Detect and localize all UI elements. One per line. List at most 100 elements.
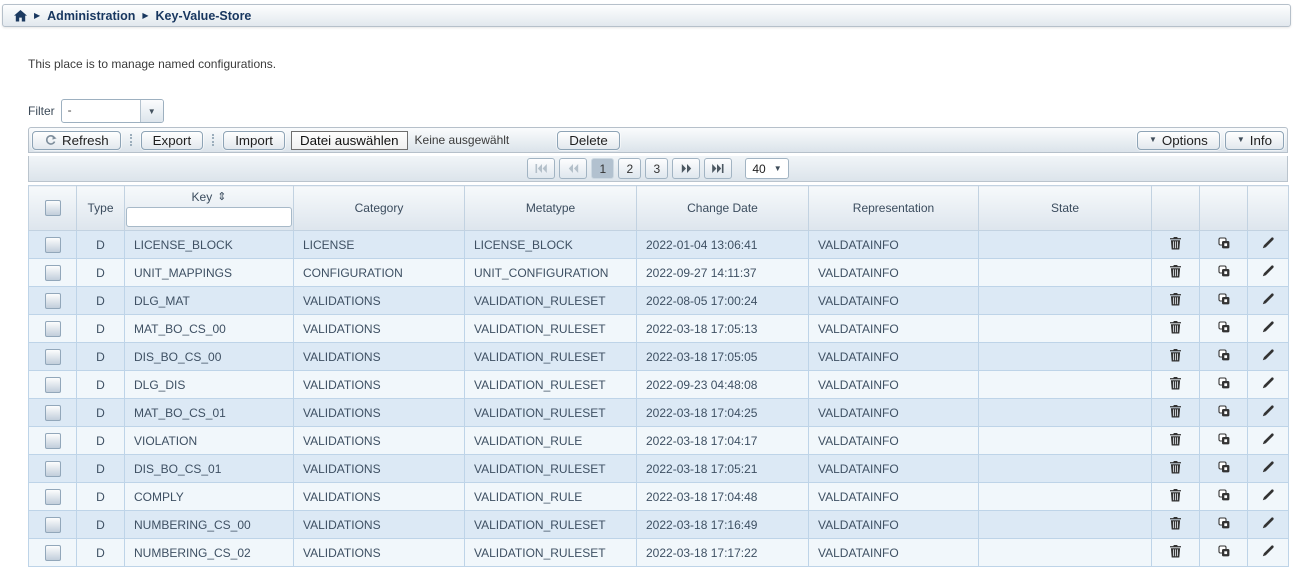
key-filter-input[interactable] [126, 207, 292, 227]
cell-key: DIS_BO_CS_00 [125, 343, 294, 371]
cell-representation: VALDATAINFO [809, 455, 979, 483]
trash-icon[interactable] [1152, 265, 1199, 278]
edit-pencil-icon[interactable] [1248, 377, 1288, 389]
cell-key: DLG_DIS [125, 371, 294, 399]
breadcrumb-separator-icon: ▶ [34, 12, 40, 20]
filter-dropdown[interactable]: - ▼ [61, 99, 164, 123]
cell-delete-action [1152, 371, 1200, 399]
cell-copy-action [1200, 483, 1248, 511]
copy-icon[interactable] [1200, 237, 1247, 249]
home-icon[interactable] [14, 10, 27, 22]
page-button-1[interactable]: 1 [591, 158, 614, 179]
trash-icon[interactable] [1152, 321, 1199, 334]
header-representation: Representation [809, 186, 979, 231]
row-checkbox[interactable] [45, 433, 61, 449]
row-checkbox[interactable] [45, 321, 61, 337]
copy-icon[interactable] [1200, 377, 1247, 389]
paginator: 1 2 3 40 ▼ [28, 156, 1288, 182]
cell-delete-action [1152, 259, 1200, 287]
edit-pencil-icon[interactable] [1248, 461, 1288, 473]
row-checkbox[interactable] [45, 349, 61, 365]
copy-icon[interactable] [1200, 349, 1247, 361]
filter-row: Filter - ▼ [28, 99, 164, 123]
row-checkbox[interactable] [45, 265, 61, 281]
trash-icon[interactable] [1152, 405, 1199, 418]
copy-icon[interactable] [1200, 433, 1247, 445]
previous-page-button[interactable] [559, 158, 587, 179]
breadcrumb-item-administration[interactable]: Administration [47, 9, 135, 23]
trash-icon[interactable] [1152, 433, 1199, 446]
delete-button[interactable]: Delete [557, 131, 620, 150]
row-checkbox[interactable] [45, 377, 61, 393]
row-checkbox[interactable] [45, 545, 61, 561]
choose-file-button[interactable]: Datei auswählen [291, 131, 408, 150]
cell-edit-action [1248, 259, 1289, 287]
table-row: D LICENSE_BLOCK LICENSE LICENSE_BLOCK 20… [29, 231, 1289, 259]
edit-pencil-icon[interactable] [1248, 321, 1288, 333]
select-all-checkbox[interactable] [45, 200, 61, 216]
table-header-row: Type Key ⇕ Category Metatype Change Date… [29, 186, 1289, 231]
trash-icon[interactable] [1152, 517, 1199, 530]
copy-icon[interactable] [1200, 461, 1247, 473]
copy-icon[interactable] [1200, 489, 1247, 501]
edit-pencil-icon[interactable] [1248, 265, 1288, 277]
cell-type: D [77, 315, 125, 343]
edit-pencil-icon[interactable] [1248, 433, 1288, 445]
copy-icon[interactable] [1200, 293, 1247, 305]
page-button-3[interactable]: 3 [645, 158, 668, 179]
copy-icon[interactable] [1200, 265, 1247, 277]
trash-icon[interactable] [1152, 293, 1199, 306]
row-checkbox[interactable] [45, 237, 61, 253]
trash-icon[interactable] [1152, 545, 1199, 558]
cell-checkbox [29, 259, 77, 287]
edit-pencil-icon[interactable] [1248, 517, 1288, 529]
export-button[interactable]: Export [141, 131, 204, 150]
copy-icon[interactable] [1200, 405, 1247, 417]
page-size-select[interactable]: 40 ▼ [745, 158, 788, 179]
row-checkbox[interactable] [45, 405, 61, 421]
last-page-button[interactable] [704, 158, 732, 179]
row-checkbox[interactable] [45, 461, 61, 477]
page-button-2[interactable]: 2 [618, 158, 641, 179]
cell-type: D [77, 231, 125, 259]
row-checkbox[interactable] [45, 293, 61, 309]
cell-copy-action [1200, 371, 1248, 399]
copy-icon[interactable] [1200, 517, 1247, 529]
info-menu-button[interactable]: ▼ Info [1225, 131, 1284, 150]
toolbar-grip-icon [212, 134, 214, 146]
first-page-button[interactable] [527, 158, 555, 179]
trash-icon[interactable] [1152, 461, 1199, 474]
trash-icon[interactable] [1152, 237, 1199, 250]
cell-checkbox [29, 287, 77, 315]
cell-checkbox [29, 231, 77, 259]
edit-pencil-icon[interactable] [1248, 349, 1288, 361]
row-checkbox[interactable] [45, 517, 61, 533]
cell-representation: VALDATAINFO [809, 539, 979, 567]
cell-state [979, 371, 1152, 399]
toolbar-grip-icon [130, 134, 132, 146]
edit-pencil-icon[interactable] [1248, 489, 1288, 501]
edit-pencil-icon[interactable] [1248, 405, 1288, 417]
breadcrumb-item-key-value-store[interactable]: Key-Value-Store [156, 9, 252, 23]
refresh-button[interactable]: Refresh [32, 131, 121, 150]
next-page-button[interactable] [672, 158, 700, 179]
copy-icon[interactable] [1200, 321, 1247, 333]
edit-pencil-icon[interactable] [1248, 545, 1288, 557]
trash-icon[interactable] [1152, 349, 1199, 362]
cell-category: VALIDATIONS [294, 483, 465, 511]
page-size-value: 40 [752, 162, 765, 176]
cell-state [979, 287, 1152, 315]
filter-dropdown-arrow-icon[interactable]: ▼ [140, 100, 163, 122]
copy-icon[interactable] [1200, 545, 1247, 557]
header-key[interactable]: Key ⇕ [125, 186, 294, 231]
options-menu-button[interactable]: ▼ Options [1137, 131, 1220, 150]
edit-pencil-icon[interactable] [1248, 293, 1288, 305]
row-checkbox[interactable] [45, 489, 61, 505]
trash-icon[interactable] [1152, 377, 1199, 390]
trash-icon[interactable] [1152, 489, 1199, 502]
cell-type: D [77, 511, 125, 539]
edit-pencil-icon[interactable] [1248, 237, 1288, 249]
import-button[interactable]: Import [223, 131, 285, 150]
sort-icon[interactable]: ⇕ [217, 190, 226, 203]
cell-state [979, 483, 1152, 511]
